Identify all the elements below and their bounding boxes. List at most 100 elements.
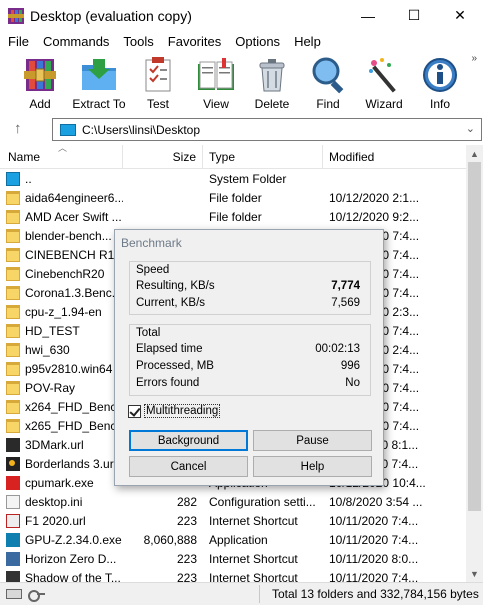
file-name: desktop.ini [25, 494, 83, 509]
delete-button[interactable]: Delete [246, 51, 298, 115]
title-bar[interactable]: Desktop (evaluation copy) — ☐ ✕ [0, 0, 483, 31]
file-row[interactable]: AMD Acer Swift ... File folder 10/12/2020 … [0, 207, 466, 226]
key-icon[interactable] [28, 589, 45, 602]
gpuz-icon [6, 532, 20, 547]
file-row[interactable]: .. System Folder [0, 169, 466, 188]
file-type: Configuration setti... [209, 494, 316, 509]
file-modified: 10/11/2020 8:0... [329, 551, 419, 566]
scroll-thumb[interactable] [468, 162, 481, 511]
address-field[interactable]: C:\Users\linsi\Desktop ⌄ [52, 118, 482, 141]
pause-button-label: Pause [296, 434, 329, 447]
status-bar: Total 13 folders and 332,784,156 bytes [0, 582, 483, 605]
shortcut-3dmark-icon [6, 437, 20, 452]
add-label: Add [29, 97, 51, 111]
file-name: AMD Acer Swift ... [25, 209, 122, 224]
file-name: x265_FHD_Benc... [25, 418, 123, 433]
test-button[interactable]: Test [132, 51, 184, 115]
view-button[interactable]: View [190, 51, 242, 115]
file-row[interactable]: F1 2020.url 223 Internet Shortcut 10/11/202… [0, 511, 466, 530]
elapsed-time-value: 00:02:13 [315, 343, 360, 355]
drive-icon[interactable] [6, 589, 22, 599]
pause-button[interactable]: Pause [253, 430, 372, 451]
info-button[interactable]: Info [414, 51, 466, 115]
file-type: Internet Shortcut [209, 513, 298, 528]
menu-help[interactable]: Help [286, 34, 327, 49]
cancel-button[interactable]: Cancel [129, 456, 248, 477]
file-type: File folder [209, 190, 262, 205]
menu-tools[interactable]: Tools [115, 34, 159, 49]
chevron-down-icon[interactable]: ⌄ [466, 122, 475, 135]
file-name: blender-bench... [25, 228, 112, 243]
window-title: Desktop (evaluation copy) [30, 7, 192, 24]
folder-icon [6, 323, 20, 338]
multithreading-checkbox[interactable]: Multithreading [128, 404, 221, 418]
column-header-type[interactable]: Type [203, 145, 323, 169]
file-name-cell: blender-bench... [0, 228, 123, 243]
wizard-button[interactable]: Wizard [358, 51, 410, 115]
close-button[interactable]: ✕ [437, 0, 483, 31]
open-book-icon [196, 55, 236, 95]
folder-icon [6, 361, 20, 376]
maximize-button[interactable]: ☐ [391, 0, 437, 31]
file-row[interactable]: desktop.ini 282 Configuration setti... 10/8… [0, 492, 466, 511]
help-button[interactable]: Help [253, 456, 372, 477]
scroll-up-icon[interactable]: ▲ [466, 145, 483, 162]
file-modified: 10/8/2020 3:54 ... [329, 494, 423, 509]
folder-icon [60, 123, 76, 136]
magnifier-icon [308, 55, 348, 95]
file-name-cell: POV-Ray [0, 380, 123, 395]
winrar-app-icon [8, 7, 24, 24]
speed-group: Speed Resulting, KB/s 7,774 Current, KB/… [129, 261, 371, 315]
menu-favorites[interactable]: Favorites [160, 34, 227, 49]
background-button[interactable]: Background [129, 430, 248, 451]
add-button[interactable]: Add [14, 51, 66, 115]
borderlands-icon [6, 456, 20, 471]
errors-value: No [345, 377, 360, 389]
processed-value: 996 [340, 360, 360, 372]
file-row[interactable]: aida64engineer6... File folder 10/12/2020 … [0, 188, 466, 207]
view-label: View [203, 97, 229, 111]
address-path: C:\Users\linsi\Desktop [82, 122, 201, 137]
file-name-cell: x265_FHD_Benc... [0, 418, 123, 433]
current-speed-label: Current, KB/s [136, 297, 206, 309]
scroll-down-icon[interactable]: ▼ [466, 565, 483, 582]
folder-icon [6, 228, 20, 243]
extract-to-button[interactable]: Extract To [68, 51, 130, 115]
total-group: Total Elapsed time 00:02:13 Processed, M… [129, 324, 371, 396]
file-type: File folder [209, 209, 262, 224]
cpumark-icon [6, 475, 20, 490]
toolbar-overflow-icon[interactable]: » [471, 53, 477, 64]
menu-file[interactable]: File [0, 34, 35, 49]
file-type: Internet Shortcut [209, 570, 298, 583]
file-name: Horizon Zero D... [25, 551, 117, 566]
minimize-button[interactable]: — [345, 0, 391, 31]
file-row[interactable]: GPU-Z.2.34.0.exe 8,060,888 Application 10/1… [0, 530, 466, 549]
menu-commands[interactable]: Commands [35, 34, 115, 49]
up-folder-icon[interactable]: ↑ [14, 120, 22, 137]
file-name-cell: cpu-z_1.94-en [0, 304, 123, 319]
ini-file-icon [6, 494, 20, 509]
shortcut-icon [6, 570, 20, 582]
checkbox-checked-icon[interactable] [128, 404, 141, 418]
find-button[interactable]: Find [302, 51, 354, 115]
delete-label: Delete [254, 97, 290, 111]
file-row[interactable]: Horizon Zero D... 223 Internet Shortcut 10/… [0, 549, 466, 568]
folder-icon [6, 399, 20, 414]
file-row[interactable]: Shadow of the T... 223 Internet Shortcut 10… [0, 568, 466, 582]
column-header-size[interactable]: Size [123, 145, 203, 169]
dialog-title: Benchmark [121, 236, 182, 250]
elapsed-time-label: Elapsed time [136, 343, 203, 355]
file-name-cell: F1 2020.url [0, 513, 123, 528]
file-name: hwi_630 [25, 342, 70, 357]
info-label: Info [429, 97, 450, 111]
vertical-scrollbar[interactable]: ▲ ▼ [466, 145, 483, 582]
column-header-modified[interactable]: Modified [323, 145, 466, 169]
find-label: Find [316, 97, 340, 111]
file-modified: 10/12/2020 9:2... [329, 209, 420, 224]
f1-shortcut-icon [6, 513, 20, 528]
menu-options[interactable]: Options [227, 34, 286, 49]
file-modified: 10/12/2020 2:1... [329, 190, 420, 205]
multithreading-label: Multithreading [144, 404, 221, 418]
folder-extract-icon [79, 55, 119, 95]
folder-icon [6, 190, 20, 205]
